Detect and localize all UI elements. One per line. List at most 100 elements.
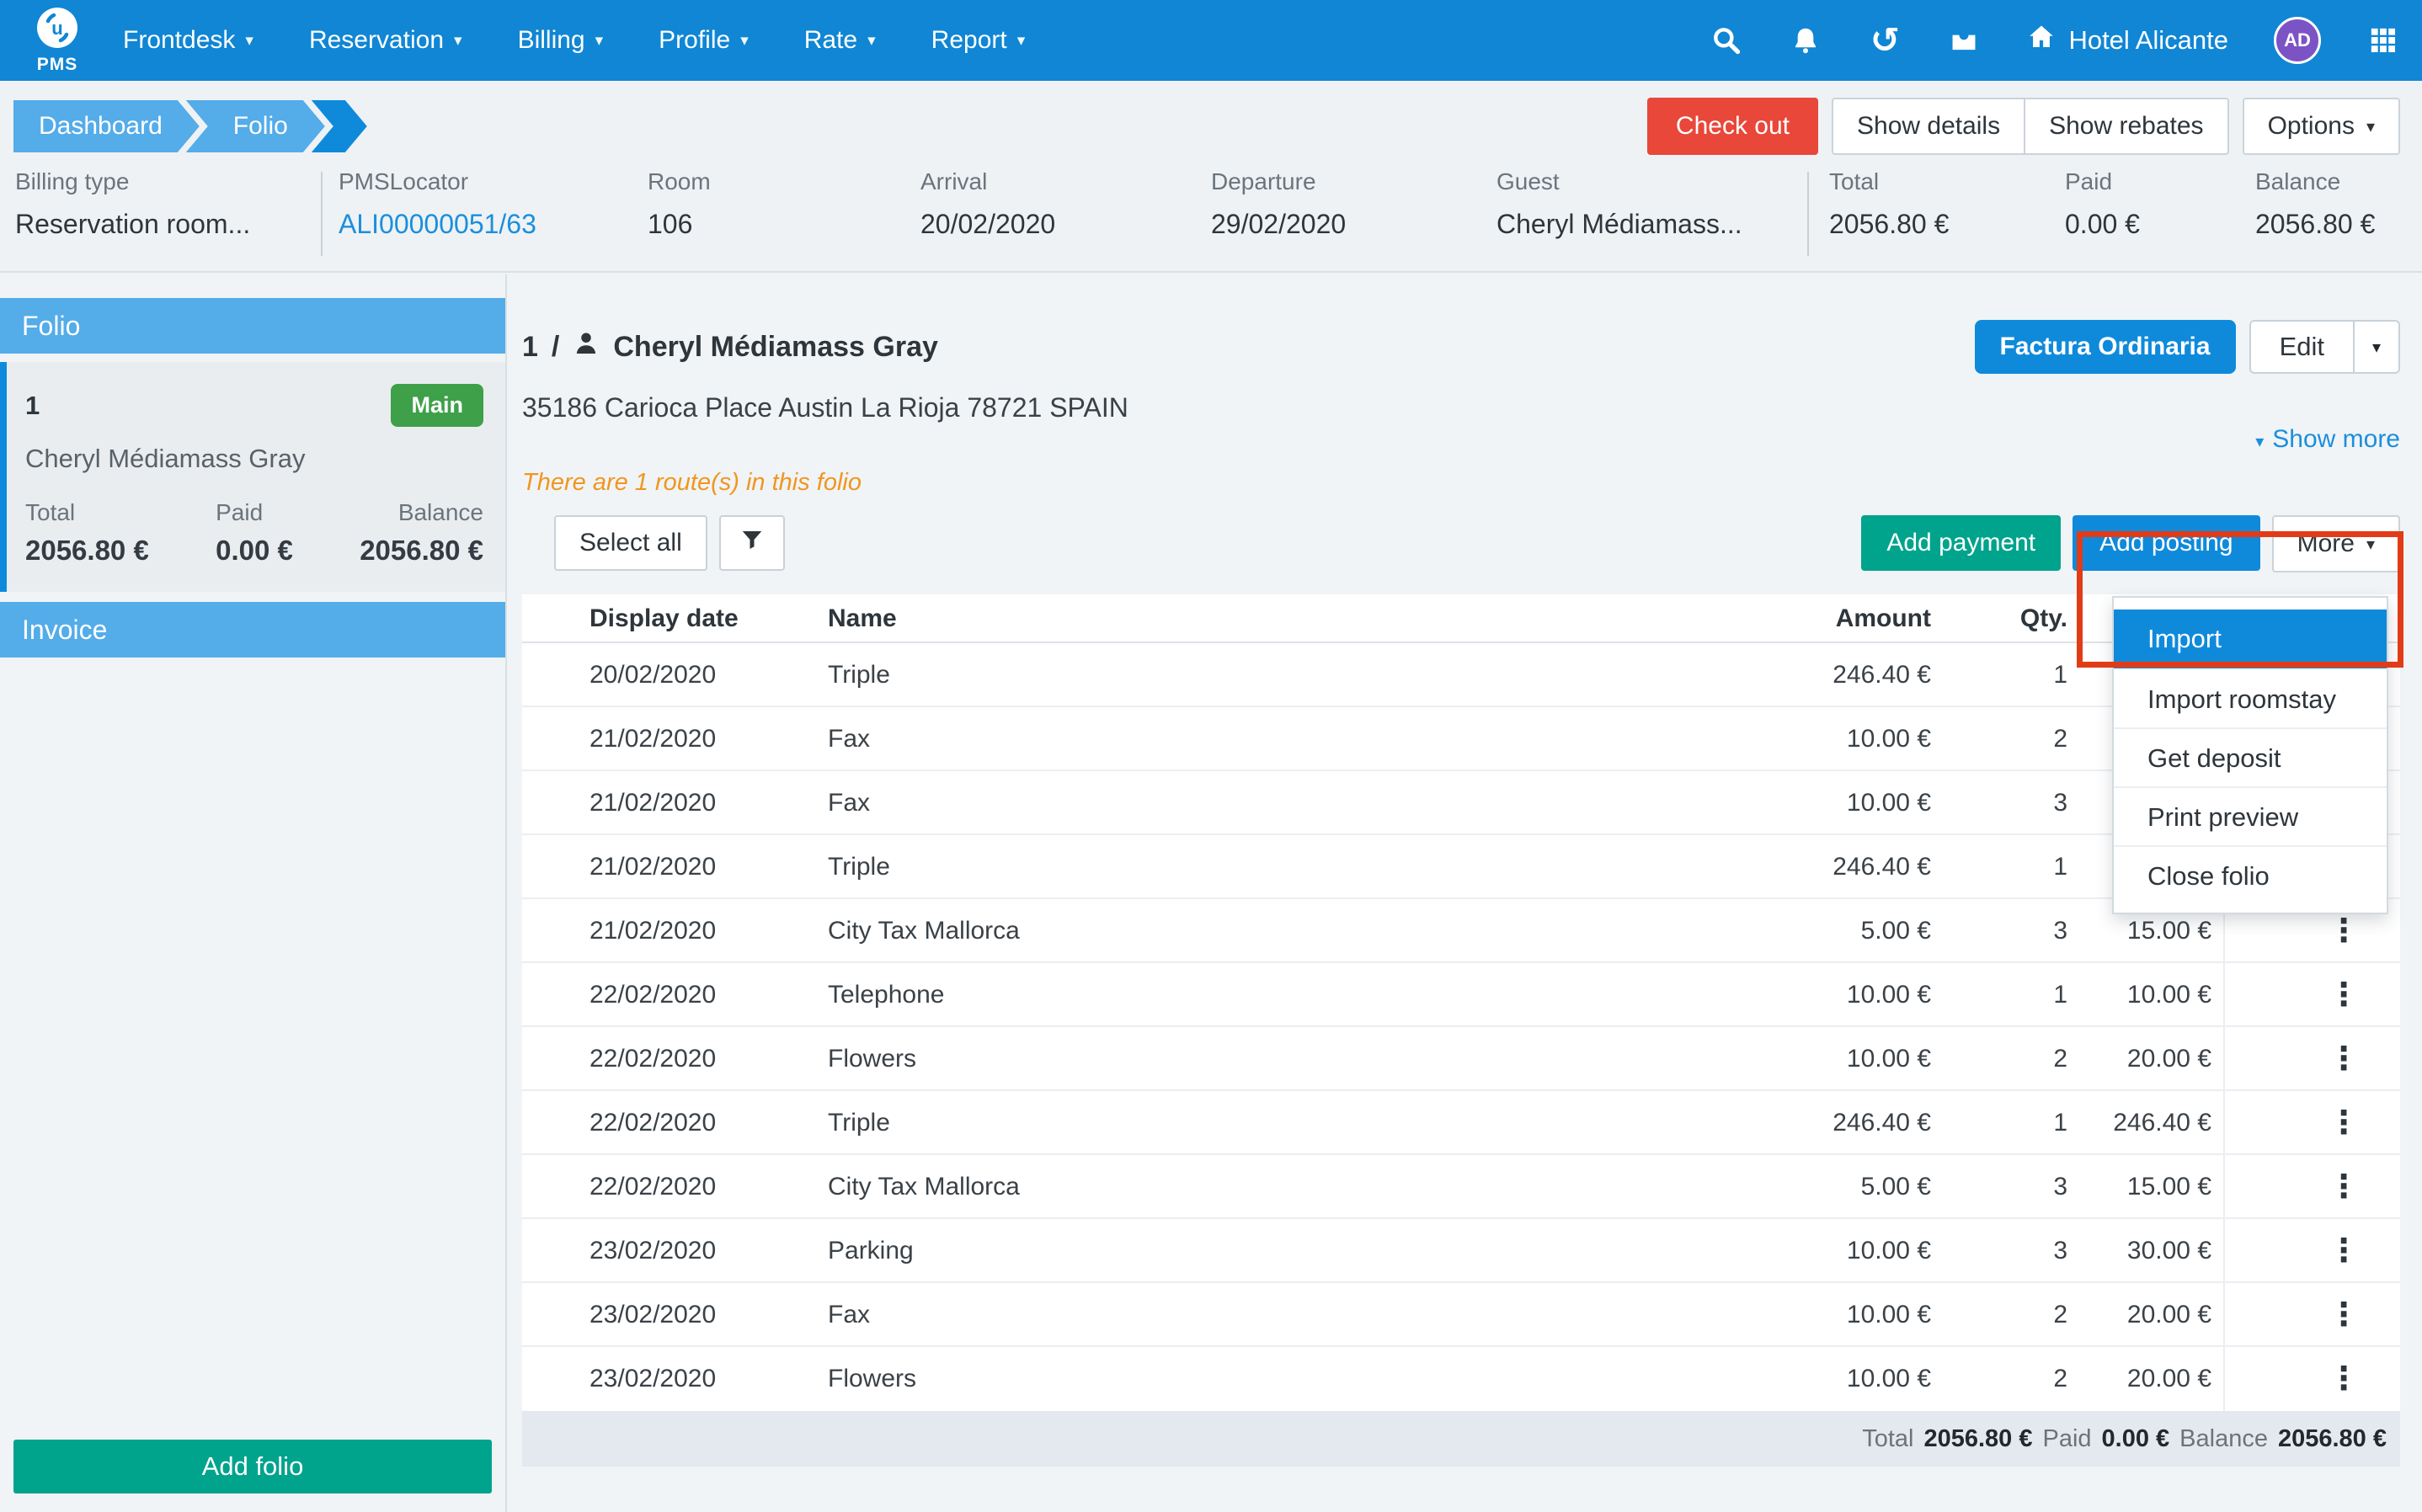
dropdown-menu-item[interactable]: Print preview [2114,786,2387,845]
folio-total: Total 2056.80 € [25,499,149,567]
cell-total: 246.40 € [2067,1109,2223,1137]
nav-menu-item[interactable]: Report ▾ [931,26,1026,55]
cell-qty: 1 [1931,1109,2067,1137]
kebab-menu-icon[interactable]: ⋮ [2328,1107,2360,1139]
kebab-menu-icon[interactable]: ⋮ [2328,1299,2360,1331]
add-payment-button[interactable]: Add payment [1861,515,2061,571]
field-arrival: Arrival 20/02/2020 [920,168,1055,240]
dropdown-menu-item[interactable]: Import [2114,610,2387,668]
divider [321,172,323,256]
table-row[interactable]: 22/02/2020 Telephone 10.00 € 1 10.00 € ⋮ [522,963,2400,1027]
folio-card[interactable]: 1 Main Cheryl Médiamass Gray Total 2056.… [0,362,505,592]
table-row[interactable]: 22/02/2020 Triple 246.40 € 1 246.40 € ⋮ [522,1091,2400,1155]
sidebar-invoice-header: Invoice [0,602,505,658]
kebab-menu-icon[interactable]: ⋮ [2328,1171,2360,1203]
postings-table-footer: Total2056.80 € Paid0.00 € Balance2056.80… [522,1411,2400,1467]
add-folio-button[interactable]: Add folio [13,1440,492,1493]
nav-menu-label: Frontdesk [123,26,235,55]
col-display-date: Display date [522,604,828,633]
kebab-menu-icon[interactable]: ⋮ [2328,979,2360,1011]
pms-logo[interactable]: u PMS [22,6,93,75]
cell-name: Triple [828,1109,1771,1137]
table-row[interactable]: 23/02/2020 Parking 10.00 € 3 30.00 € ⋮ [522,1219,2400,1283]
nav-menu-label: Billing [518,26,585,55]
nav-menu-label: Rate [804,26,857,55]
cell-amount: 10.00 € [1771,725,1931,753]
table-row[interactable]: 23/02/2020 Fax 10.00 € 2 20.00 € ⋮ [522,1283,2400,1347]
history-icon[interactable]: ↺ [1868,24,1902,57]
breadcrumb-folio[interactable]: Folio [186,100,325,152]
table-row[interactable]: 22/02/2020 Flowers 10.00 € 2 20.00 € ⋮ [522,1027,2400,1091]
inbox-icon[interactable] [1947,24,1981,57]
field-paid: Paid 0.00 € [2065,168,2140,240]
check-out-button[interactable]: Check out [1647,98,1818,155]
cell-total: 15.00 € [2067,1173,2223,1201]
filter-button[interactable] [719,515,785,571]
table-row[interactable]: 23/02/2020 Flowers 10.00 € 2 20.00 € ⋮ [522,1347,2400,1411]
chevron-down-icon: ▾ [2366,534,2375,555]
cell-qty: 2 [1931,1365,2067,1393]
breadcrumb-dashboard[interactable]: Dashboard [13,100,200,152]
cell-qty: 3 [1931,1173,2067,1201]
user-avatar[interactable]: AD [2274,17,2321,64]
apps-grid-icon[interactable] [2366,24,2400,57]
field-guest: Guest Cheryl Médiamass... [1496,168,1742,240]
folio-guest-title: Cheryl Médiamass Gray [613,331,938,364]
cell-name: Telephone [828,981,1771,1009]
cell-qty: 2 [1931,1045,2067,1073]
kebab-menu-icon[interactable]: ⋮ [2328,1235,2360,1267]
show-more-link[interactable]: ▾Show more [522,425,2400,454]
cell-name: Flowers [828,1045,1771,1073]
table-row[interactable]: 22/02/2020 City Tax Mallorca 5.00 € 3 15… [522,1155,2400,1219]
cell-qty: 2 [1931,1301,2067,1329]
cell-total: 30.00 € [2067,1237,2223,1265]
pms-logo-icon: u [35,6,79,54]
nav-menu-item[interactable]: Reservation ▾ [309,26,462,55]
cell-name: Fax [828,1301,1771,1329]
cell-display-date: 21/02/2020 [522,789,828,817]
navbar-right: ↺ Hotel Alicante AD [1710,17,2400,64]
cell-name: Fax [828,789,1771,817]
edit-split-button: Edit ▾ [2249,320,2400,374]
nav-menu-item[interactable]: Frontdesk ▾ [123,26,253,55]
cell-qty: 1 [1931,661,2067,689]
edit-button[interactable]: Edit [2249,320,2355,374]
add-posting-button[interactable]: Add posting [2073,515,2259,571]
cell-total: 10.00 € [2067,981,2223,1009]
breadcrumb: Dashboard Folio [13,100,367,152]
field-departure: Departure 29/02/2020 [1211,168,1346,240]
dropdown-menu-item[interactable]: Close folio [2114,845,2387,904]
select-all-button[interactable]: Select all [554,515,707,571]
field-billing-type: Billing type Reservation room... [15,168,250,240]
folio-balance: Balance 2056.80 € [360,499,483,567]
more-button[interactable]: More ▾ [2272,515,2400,572]
locator-link[interactable]: ALI00000051/63 [339,209,536,240]
person-icon [573,330,600,365]
property-selector[interactable]: Hotel Alicante [2026,22,2228,59]
cell-name: Parking [828,1237,1771,1265]
show-details-button[interactable]: Show details [1832,98,2025,155]
edit-dropdown-button[interactable]: ▾ [2353,320,2400,374]
kebab-menu-icon[interactable]: ⋮ [2328,1043,2360,1075]
folio-number: 1 [25,391,40,421]
invoice-type-button[interactable]: Factura Ordinaria [1975,320,2236,374]
cell-amount: 5.00 € [1771,1173,1931,1201]
more-dropdown-menu: ImportImport roomstayGet depositPrint pr… [2112,596,2388,914]
cell-amount: 10.00 € [1771,981,1931,1009]
col-name: Name [828,604,1771,633]
nav-menu-item[interactable]: Rate ▾ [804,26,876,55]
field-pms-locator: PMSLocator ALI00000051/63 [339,168,536,240]
dropdown-menu-item[interactable]: Import roomstay [2114,668,2387,727]
search-icon[interactable] [1710,24,1743,57]
kebab-menu-icon[interactable]: ⋮ [2328,915,2360,947]
nav-menu-item[interactable]: Billing ▾ [518,26,604,55]
sidebar-folio-header: Folio [0,298,505,354]
nav-menu-item[interactable]: Profile ▾ [659,26,749,55]
show-rebates-button[interactable]: Show rebates [2024,98,2228,155]
dropdown-menu-item[interactable]: Get deposit [2114,727,2387,786]
kebab-menu-icon[interactable]: ⋮ [2328,1363,2360,1395]
reservation-header: Dashboard Folio Check out Show details S… [0,81,2422,273]
cell-name: City Tax Mallorca [828,917,1771,945]
bell-icon[interactable] [1789,24,1822,57]
options-button[interactable]: Options ▾ [2243,98,2400,155]
